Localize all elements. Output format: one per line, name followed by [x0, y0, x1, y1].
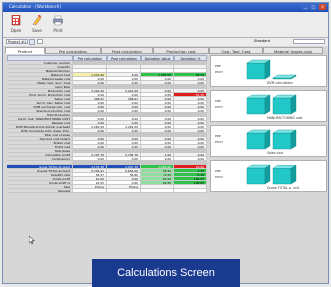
- tab-pre-calculation[interactable]: Pre calculation: [45, 47, 101, 54]
- title-bar[interactable]: Calculation - [Workbench] _ □ ×: [3, 3, 328, 12]
- pencil-icon: [32, 15, 42, 26]
- tab-calc-tool-cost[interactable]: Calc. Tool. Cost: [209, 47, 263, 54]
- tab-product[interactable]: Product: [5, 47, 45, 54]
- minimize-button[interactable]: _: [302, 4, 309, 10]
- chart-2: PRE POST MANUFACTURING cost: [210, 90, 327, 122]
- save-button-label: Save: [32, 28, 42, 33]
- table-cell[interactable]: [174, 189, 207, 193]
- screen-caption: Calculations Screen: [92, 259, 240, 287]
- chart-caption: Quote TOTAL p. unit: [267, 186, 300, 190]
- project-lookup-button[interactable]: [29, 39, 35, 45]
- legend-entry: PRE: [215, 169, 221, 173]
- legend-entry: POST: [215, 140, 223, 144]
- tab-material-inspec-cost[interactable]: Material Inspec.cost: [263, 47, 323, 54]
- caption-text: Calculations Screen: [117, 267, 215, 279]
- standard-field[interactable]: [293, 39, 325, 44]
- tab-strip: Product Pre calculation Post calculation Pr…: [5, 47, 327, 54]
- chart-bar: [272, 164, 297, 185]
- printer-icon: [53, 15, 63, 26]
- table-cell[interactable]: [107, 189, 141, 193]
- project-field-small[interactable]: [37, 39, 43, 44]
- project-select[interactable]: Project #1: [6, 39, 28, 44]
- legend-entry: POST: [215, 70, 223, 74]
- chart-3: PRE POST Sales cost: [210, 125, 327, 157]
- save-button[interactable]: Save: [28, 14, 46, 35]
- chart-bar: [272, 129, 297, 150]
- table-cell[interactable]: [141, 189, 174, 193]
- chart-caption: MANUFACTURING cost: [267, 116, 303, 120]
- toolbar: Open Save Print: [3, 12, 328, 38]
- mouse-cursor-icon: [29, 236, 35, 244]
- chart-bar: [272, 74, 297, 80]
- print-button[interactable]: Print: [49, 14, 67, 35]
- tab-post-calculation[interactable]: Post calculation: [101, 47, 153, 54]
- close-button[interactable]: ×: [319, 4, 326, 10]
- standard-label: Standard: [254, 39, 270, 43]
- table-row[interactable]: Request: [7, 189, 207, 193]
- chart-bar: [246, 94, 271, 115]
- chart-plot: [246, 164, 297, 185]
- legend-entry: PRE: [215, 99, 221, 103]
- row-label: Request: [7, 189, 73, 193]
- chart-bar: [272, 94, 297, 115]
- table-cell[interactable]: [73, 189, 107, 193]
- chart-bar: [246, 59, 271, 80]
- chart-panel: PRE POST DVM calculation PRE POST MANUFACTURI…: [210, 55, 328, 197]
- open-button-label: Open: [10, 28, 22, 33]
- chart-1: PRE POST DVM calculation: [210, 55, 327, 87]
- tab-production-cost[interactable]: Production cost: [153, 47, 209, 54]
- maximize-button[interactable]: □: [310, 4, 317, 10]
- chart-bar: [246, 129, 271, 150]
- window-title: Calculation - [Workbench]: [9, 4, 61, 9]
- print-button-label: Print: [53, 28, 63, 33]
- legend-entry: POST: [215, 105, 223, 109]
- chart-caption: DVM calculation: [267, 81, 293, 85]
- chart-4: PRE POST Quote TOTAL p. unit: [210, 160, 327, 192]
- chart-plot: [246, 129, 297, 150]
- legend-entry: PRE: [215, 64, 221, 68]
- chart-plot: [246, 94, 297, 115]
- chart-bar: [246, 164, 271, 185]
- filter-bar: Project #1 Standard: [3, 38, 328, 46]
- chart-plot: [246, 59, 297, 80]
- chart-caption: Sales cost: [267, 151, 284, 155]
- legend-entry: PRE: [215, 134, 221, 138]
- calculator-icon: [11, 15, 21, 26]
- application-window: Calculation - [Workbench] _ □ × Open Sav…: [2, 2, 329, 284]
- open-button[interactable]: Open: [7, 14, 25, 35]
- legend-entry: POST: [215, 175, 223, 179]
